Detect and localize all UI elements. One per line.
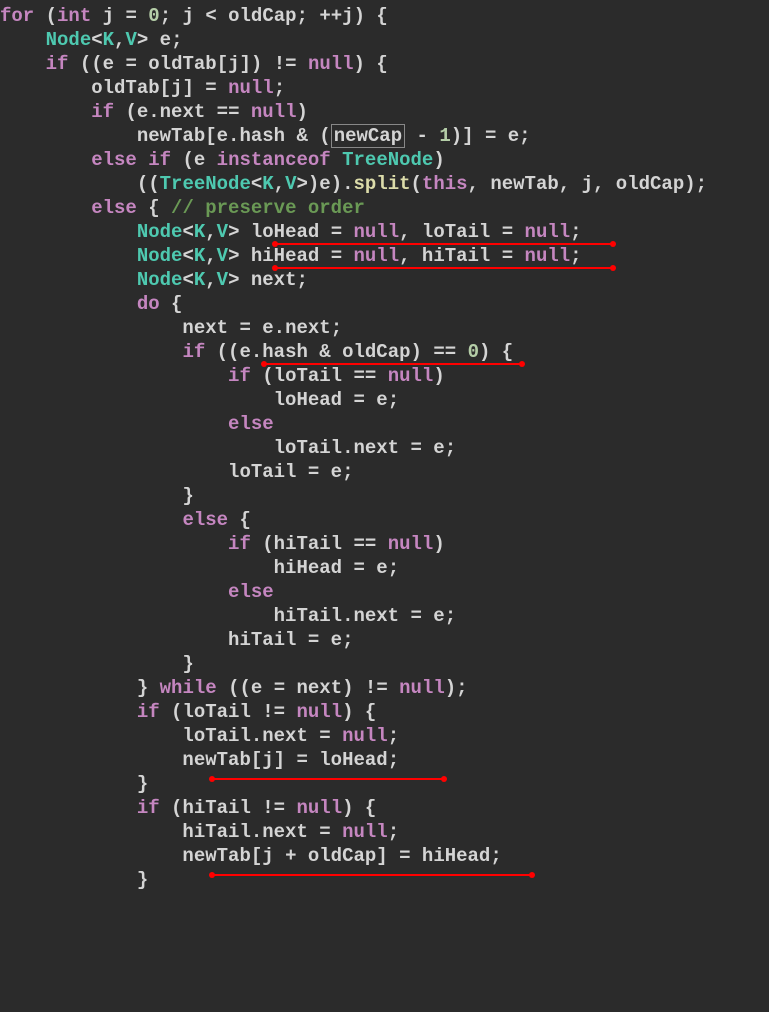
code-line: oldTab[j] = null;: [0, 77, 285, 99]
annotation-underline: [212, 778, 444, 780]
code-line: loHead = e;: [0, 389, 399, 411]
code-line: if (loTail == null): [0, 365, 445, 387]
code-line: }: [0, 773, 148, 795]
code-line: hiTail.next = null;: [0, 821, 399, 843]
annotation-underline: [264, 363, 522, 365]
code-line: } while ((e = next) != null);: [0, 677, 468, 699]
code-line: if ((e.hash & oldCap) == 0) {: [0, 341, 513, 363]
code-line: else {: [0, 509, 251, 531]
code-line: Node<K,V> e;: [0, 29, 182, 51]
code-line: }: [0, 653, 194, 675]
code-line: if (e.next == null): [0, 101, 308, 123]
code-line: else: [0, 413, 274, 435]
code-line: do {: [0, 293, 182, 315]
code-line: else { // preserve order: [0, 197, 365, 219]
code-line: for (int j = 0; j < oldCap; ++j) {: [0, 5, 388, 27]
code-line: newTab[e.hash & (newCap - 1)] = e;: [0, 124, 531, 148]
code-line: loTail.next = null;: [0, 725, 399, 747]
code-line: newTab[j + oldCap] = hiHead;: [0, 845, 502, 867]
code-line: if ((e = oldTab[j]) != null) {: [0, 53, 388, 75]
code-line: Node<K,V> loHead = null, loTail = null;: [0, 221, 582, 243]
code-line: }: [0, 485, 194, 507]
code-line: hiTail.next = e;: [0, 605, 456, 627]
annotation-underline: [275, 267, 613, 269]
code-line: Node<K,V> next;: [0, 269, 308, 291]
code-line: hiHead = e;: [0, 557, 399, 579]
code-line: loTail.next = e;: [0, 437, 456, 459]
annotation-underline: [212, 874, 532, 876]
code-line: else: [0, 581, 274, 603]
code-line: if (loTail != null) {: [0, 701, 376, 723]
code-line: else if (e instanceof TreeNode): [0, 149, 445, 171]
code-block: for (int j = 0; j < oldCap; ++j) { Node<…: [0, 0, 769, 1012]
code-line: loTail = e;: [0, 461, 353, 483]
code-line: ((TreeNode<K,V>)e).split(this, newTab, j…: [0, 173, 707, 195]
code-line: if (hiTail == null): [0, 533, 445, 555]
annotation-underline: [275, 243, 613, 245]
code-line: if (hiTail != null) {: [0, 797, 376, 819]
code-line: newTab[j] = loHead;: [0, 749, 399, 771]
code-line: Node<K,V> hiHead = null, hiTail = null;: [0, 245, 582, 267]
code-line: hiTail = e;: [0, 629, 353, 651]
code-line: }: [0, 869, 148, 891]
code-line: next = e.next;: [0, 317, 342, 339]
